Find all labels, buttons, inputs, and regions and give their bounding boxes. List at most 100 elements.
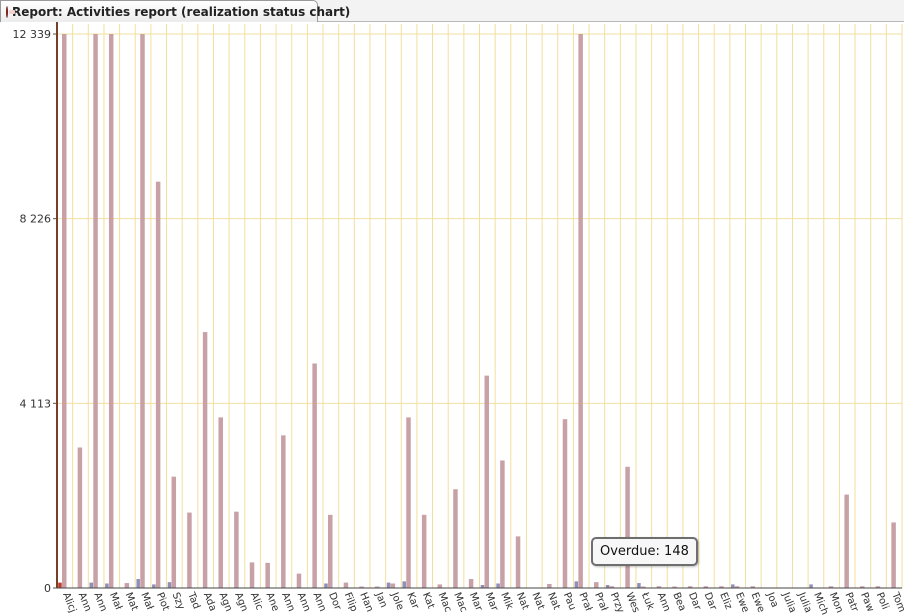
x-tick-label: Ann xyxy=(91,591,109,613)
bar-value xyxy=(62,34,67,588)
x-tick-label: Kar xyxy=(404,591,421,611)
bar-value xyxy=(171,476,177,588)
x-tick-label: Ann xyxy=(279,591,297,613)
x-tick-label: Jole xyxy=(388,590,405,612)
x-tick-label: Paw xyxy=(858,591,876,614)
x-tick-label: Dar xyxy=(702,591,719,613)
x-tick-label: Mat xyxy=(123,591,140,613)
bar-overdue xyxy=(574,581,579,588)
bar-value xyxy=(202,332,208,588)
bar-value xyxy=(312,363,317,588)
bar-value xyxy=(265,562,270,588)
bar-value xyxy=(140,34,145,588)
x-tick-label: Patr xyxy=(842,591,860,614)
bar-value xyxy=(421,514,427,588)
x-tick-label: Han xyxy=(357,591,375,614)
y-tick-label: 12 339 xyxy=(13,28,52,41)
bar-value xyxy=(218,417,223,588)
x-tick-label: Agn xyxy=(217,591,235,613)
bar-value xyxy=(328,514,333,588)
x-tick-label: Piot xyxy=(154,591,171,612)
x-tick-label: Eliz xyxy=(717,591,734,611)
x-tick-label: Tad xyxy=(185,590,202,611)
bar-overdue xyxy=(731,584,735,588)
x-tick-label: Mik xyxy=(498,591,515,611)
bar-value xyxy=(468,579,474,588)
x-tick-label: Nat xyxy=(514,591,531,611)
x-tick-label: Ane xyxy=(263,591,280,613)
bar-value xyxy=(844,494,849,588)
tab-title: Report: Activities report (realization s… xyxy=(12,4,351,19)
x-tick-label: Ewe xyxy=(749,591,767,614)
x-tick-label: Ewe xyxy=(733,591,751,614)
bar-value xyxy=(484,375,489,588)
x-tick-label: Bea xyxy=(670,591,687,613)
bar-overdue xyxy=(637,583,641,588)
bar-value xyxy=(281,435,286,588)
x-tick-label: Kat xyxy=(420,591,436,610)
bar-value xyxy=(390,583,396,588)
x-tick-label: Nat xyxy=(529,591,546,611)
bar-value xyxy=(562,419,568,588)
x-tick-label: Przy xyxy=(608,591,626,615)
bar-value xyxy=(155,181,161,588)
bar-overdue xyxy=(58,582,62,588)
x-tick-label: Agn xyxy=(232,591,250,613)
x-tick-label: Prał xyxy=(592,591,609,613)
bar-value xyxy=(437,584,443,588)
report-icon xyxy=(6,5,15,18)
bar-overdue xyxy=(386,582,391,588)
bar-value xyxy=(625,466,630,588)
x-tick-label: Jan xyxy=(373,590,389,609)
x-tick-label: Ann xyxy=(655,591,673,613)
x-tick-label: Ann xyxy=(295,591,313,613)
x-tick-label: Filip xyxy=(342,591,360,613)
bar-overdue xyxy=(496,583,500,588)
x-tick-label: Dor xyxy=(326,591,343,613)
bar-value xyxy=(594,582,599,588)
x-tick-label: Mar xyxy=(467,591,485,613)
bar-overdue xyxy=(402,581,406,588)
bar-value xyxy=(108,34,114,588)
bar-overdue xyxy=(105,583,109,588)
x-tick-label: Joa xyxy=(764,590,780,609)
bar-value xyxy=(296,573,302,588)
tab-bar: Report: Activities report (realization s… xyxy=(0,0,904,22)
y-tick-label: 4 113 xyxy=(20,397,52,410)
bar-value xyxy=(234,511,239,588)
bar-value xyxy=(93,34,98,588)
bar-value xyxy=(500,460,505,588)
bar-value xyxy=(77,447,83,588)
x-tick-label: Julia xyxy=(795,590,813,615)
x-tick-label: Mac xyxy=(451,591,469,614)
x-tick-label: Julia xyxy=(779,590,797,615)
x-tick-label: Nat xyxy=(545,591,562,611)
bar-overdue xyxy=(152,584,156,588)
bar-value xyxy=(547,583,552,588)
bar-value xyxy=(187,512,192,588)
x-tick-label: Mar xyxy=(483,591,501,613)
bar-value xyxy=(124,583,130,588)
bar-overdue xyxy=(324,583,328,588)
bar-value xyxy=(249,562,255,588)
bar-value xyxy=(343,582,349,588)
chart-tooltip: Overdue: 148 xyxy=(591,537,698,566)
x-tick-label: Tom xyxy=(889,590,904,614)
y-tick-label: 8 226 xyxy=(20,213,52,226)
x-tick-label: Ann xyxy=(310,591,328,613)
bar-value xyxy=(891,522,896,588)
bar-value xyxy=(453,489,458,588)
bar-overdue xyxy=(167,582,172,588)
bar-value xyxy=(515,536,521,588)
x-tick-label: Dar xyxy=(686,591,703,613)
x-tick-label: Wes xyxy=(623,591,641,614)
x-tick-label: Pau xyxy=(561,591,578,612)
x-tick-label: Mał xyxy=(138,591,155,612)
bar-overdue xyxy=(809,584,813,588)
bar-overdue xyxy=(136,579,140,588)
tab-report[interactable]: Report: Activities report (realization s… xyxy=(0,0,350,22)
bar-value xyxy=(578,34,583,588)
x-tick-label: Szy xyxy=(170,591,187,611)
y-tick-label: 0 xyxy=(44,582,51,595)
bar-chart: 04 1138 22612 339AlicjAnnAnnMałMatMałPio… xyxy=(13,22,904,616)
